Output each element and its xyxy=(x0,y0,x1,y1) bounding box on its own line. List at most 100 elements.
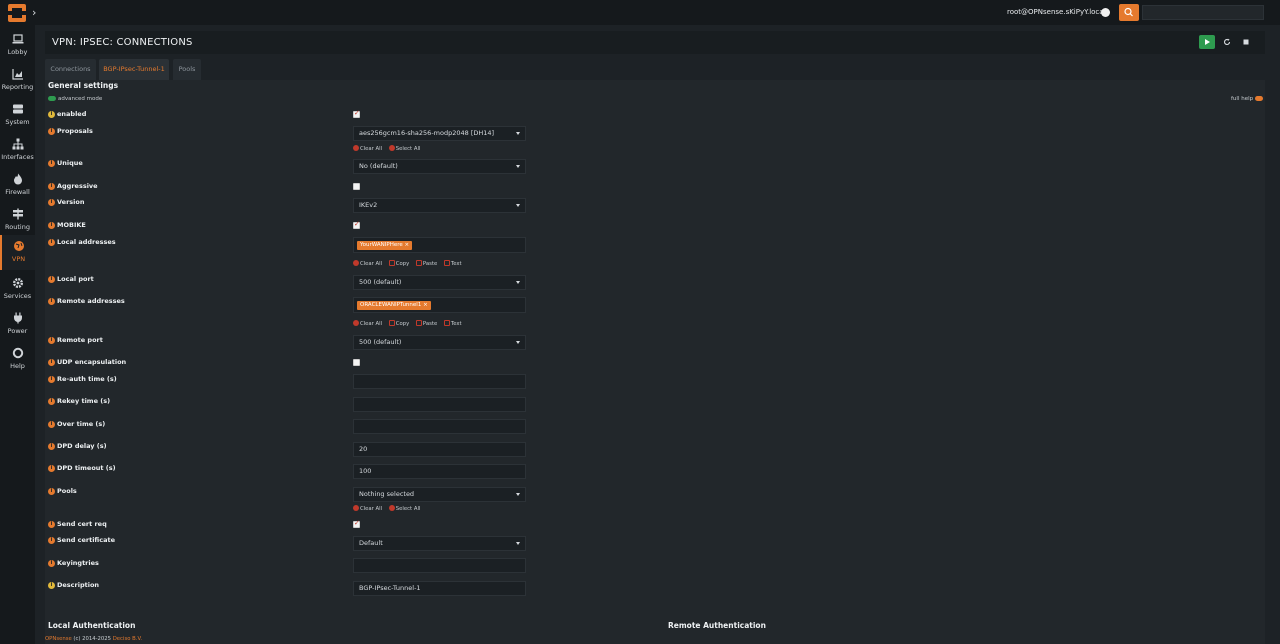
copy-button[interactable]: Copy xyxy=(388,320,409,327)
info-icon[interactable]: i xyxy=(48,336,55,344)
search-button[interactable] xyxy=(1119,4,1139,21)
tab-connections[interactable]: Connections xyxy=(45,59,96,80)
action-label: Paste xyxy=(422,320,438,327)
proposals-select[interactable]: aes256gcm16-sha256-modp2048 [DH14] xyxy=(353,126,526,141)
full-help-toggle[interactable]: full help xyxy=(1231,96,1264,102)
clear-icon xyxy=(353,505,359,511)
rekey-time-input[interactable] xyxy=(353,397,526,412)
info-icon[interactable]: i xyxy=(48,110,55,118)
tab-pools[interactable]: Pools xyxy=(173,59,201,80)
text-button[interactable]: Text xyxy=(443,260,462,267)
info-icon[interactable]: i xyxy=(48,238,55,246)
label-text: Aggressive xyxy=(57,182,98,190)
tab-bgp-ipsec-tunnel-1[interactable]: BGP-IPsec-Tunnel-1 xyxy=(99,59,169,80)
start-service-button[interactable] xyxy=(1199,35,1215,49)
address-tag[interactable]: YourWANIPHere × xyxy=(357,241,413,250)
clear-all-button[interactable]: Clear All xyxy=(353,505,382,512)
info-icon[interactable]: i xyxy=(48,275,55,283)
info-icon[interactable]: i xyxy=(48,487,55,495)
select-all-button[interactable]: Select All xyxy=(388,145,420,152)
dpd-delay-input[interactable]: 20 xyxy=(353,442,526,457)
theme-toggle-icon[interactable] xyxy=(1101,8,1110,17)
info-icon[interactable]: i xyxy=(48,159,55,167)
local-port-select[interactable]: 500 (default) xyxy=(353,275,526,290)
clear-all-button[interactable]: Clear All xyxy=(353,145,383,152)
address-tag[interactable]: ORACLEWANIPTunnel1 × xyxy=(357,301,431,310)
sidebar-item-label: Interfaces xyxy=(1,153,34,161)
laptop-icon xyxy=(12,34,23,44)
info-icon[interactable]: i xyxy=(48,442,55,450)
unique-label: i Unique xyxy=(48,159,83,167)
info-icon[interactable]: i xyxy=(48,397,55,405)
restart-service-button[interactable] xyxy=(1219,35,1235,49)
keyingtries-input[interactable] xyxy=(353,558,526,573)
version-select[interactable]: IKEv2 xyxy=(353,198,526,213)
sidebar-item-routing[interactable]: Routing xyxy=(0,205,35,238)
chevron-right-icon[interactable]: › xyxy=(32,6,44,20)
send-certificate-select[interactable]: Default xyxy=(353,536,526,551)
caret-down-icon xyxy=(516,493,520,496)
info-icon[interactable]: i xyxy=(48,464,55,472)
reauth-time-input[interactable] xyxy=(353,374,526,389)
sidebar-item-firewall[interactable]: Firewall xyxy=(0,170,35,203)
caret-down-icon xyxy=(516,341,520,344)
paste-button[interactable]: Paste xyxy=(415,260,437,267)
mobike-checkbox[interactable] xyxy=(353,220,360,229)
info-icon[interactable]: i xyxy=(48,375,55,383)
udp-encapsulation-checkbox[interactable] xyxy=(353,359,360,366)
description-input[interactable]: BGP-IPsec-Tunnel-1 xyxy=(353,581,526,596)
top-bar: › root@OPNsense.sKiPyY.local xyxy=(0,0,1280,25)
local-addresses-input[interactable]: YourWANIPHere × xyxy=(353,237,526,253)
info-icon[interactable]: i xyxy=(48,536,55,544)
action-label: Clear All xyxy=(360,145,383,152)
advanced-mode-toggle[interactable]: advanced mode xyxy=(48,96,102,102)
footer-company-link[interactable]: Deciso B.V. xyxy=(113,636,142,642)
unique-select[interactable]: No (default) xyxy=(353,159,526,174)
footer-brand-link[interactable]: OPNsense xyxy=(45,636,72,642)
info-icon[interactable]: i xyxy=(48,297,55,305)
remote-addresses-input[interactable]: ORACLEWANIPTunnel1 × xyxy=(353,297,526,313)
sidebar-item-services[interactable]: Services xyxy=(0,274,35,307)
clear-all-button[interactable]: Clear All xyxy=(353,320,382,327)
sidebar-item-power[interactable]: Power xyxy=(0,309,35,342)
selected-value: Default xyxy=(359,539,383,547)
stop-service-button[interactable] xyxy=(1238,35,1254,49)
pools-select[interactable]: Nothing selected xyxy=(353,487,526,502)
select-all-button[interactable]: Select All xyxy=(388,505,420,512)
send-cert-req-checkbox[interactable] xyxy=(353,519,360,528)
over-time-input[interactable] xyxy=(353,419,526,434)
label-text: Description xyxy=(57,581,100,589)
info-icon[interactable]: i xyxy=(48,127,55,135)
sidebar-item-interfaces[interactable]: Interfaces xyxy=(0,135,35,168)
info-icon[interactable]: i xyxy=(48,581,55,589)
aggressive-checkbox[interactable] xyxy=(353,183,360,190)
sidebar-item-lobby[interactable]: Lobby xyxy=(0,30,35,63)
info-icon[interactable]: i xyxy=(48,198,55,206)
opnsense-logo[interactable] xyxy=(8,4,26,22)
remove-tag-icon[interactable]: × xyxy=(423,302,428,308)
info-icon[interactable]: i xyxy=(48,182,55,190)
text-button[interactable]: Text xyxy=(443,320,462,327)
info-icon[interactable]: i xyxy=(48,520,55,528)
copy-button[interactable]: Copy xyxy=(388,260,409,267)
paste-button[interactable]: Paste xyxy=(415,320,438,327)
info-icon[interactable]: i xyxy=(48,358,55,366)
keyingtries-label: i Keyingtries xyxy=(48,559,99,567)
remote-port-select[interactable]: 500 (default) xyxy=(353,335,526,350)
clear-all-button[interactable]: Clear All xyxy=(353,260,382,267)
search-input[interactable] xyxy=(1142,5,1264,20)
user-menu[interactable]: root@OPNsense.sKiPyY.local xyxy=(1007,8,1106,16)
sidebar-item-system[interactable]: System xyxy=(0,100,35,133)
info-icon[interactable]: i xyxy=(48,559,55,567)
info-icon[interactable]: i xyxy=(48,420,55,428)
sidebar-item-vpn[interactable]: VPN xyxy=(0,235,35,270)
info-icon[interactable]: i xyxy=(48,221,55,229)
fire-icon xyxy=(13,173,22,185)
sidebar-item-label: VPN xyxy=(11,255,26,263)
copy-icon xyxy=(388,260,395,266)
sidebar-item-help[interactable]: Help xyxy=(0,344,35,377)
dpd-timeout-input[interactable]: 100 xyxy=(353,464,526,479)
enabled-checkbox[interactable] xyxy=(353,109,360,118)
sidebar-item-reporting[interactable]: Reporting xyxy=(0,65,35,98)
remove-tag-icon[interactable]: × xyxy=(405,242,410,248)
